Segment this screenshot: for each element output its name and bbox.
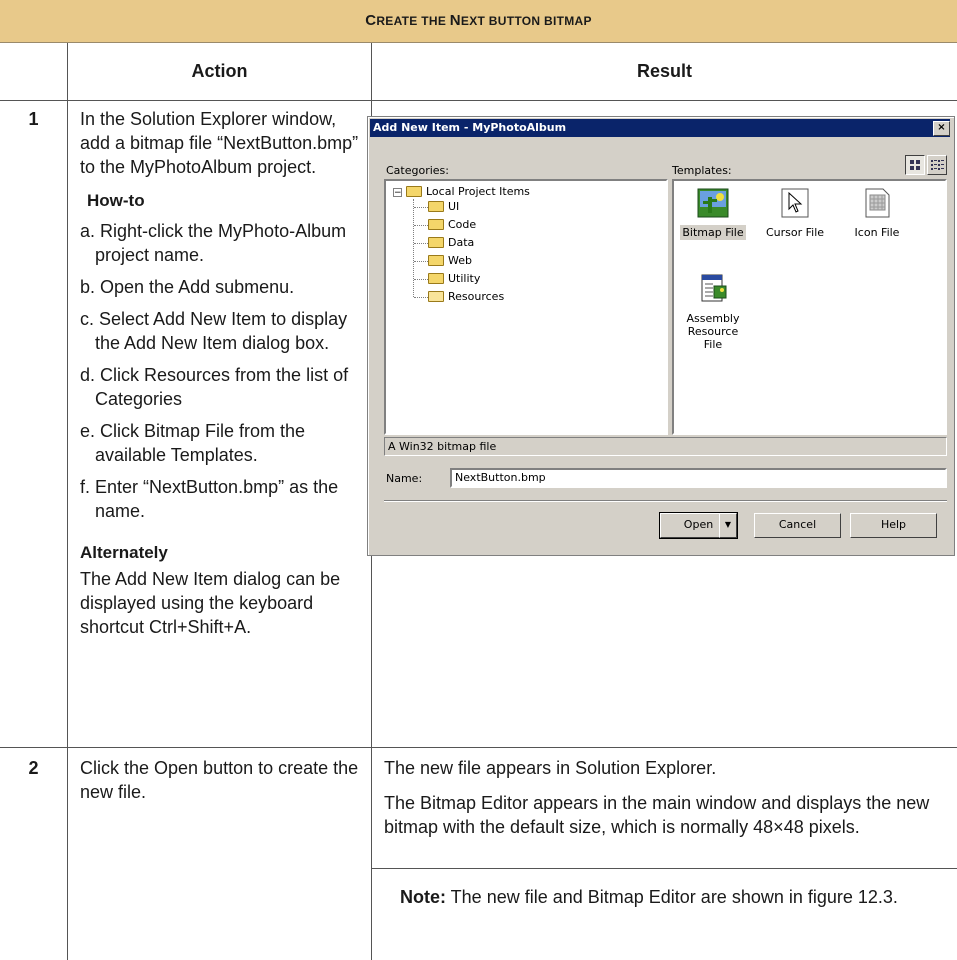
bitmap-file-icon xyxy=(697,187,729,219)
open-folder-icon xyxy=(428,291,444,302)
template-label: Bitmap File xyxy=(680,225,746,240)
template-description: A Win32 bitmap file xyxy=(384,437,947,456)
categories-tree[interactable]: − Local Project Items UI Code Data Web U… xyxy=(384,179,668,435)
tree-item-label: Local Project Items xyxy=(426,185,530,198)
howto-item: d. Click Resources from the list of Cate… xyxy=(80,365,349,409)
template-assembly-resource-file[interactable]: Assembly Resource File xyxy=(678,273,748,352)
note-text: The new file and Bitmap Editor are shown… xyxy=(446,887,898,907)
tree-item-code[interactable]: Code xyxy=(428,218,476,232)
howto-item: a. Right-click the MyPhoto-Album project… xyxy=(80,221,347,265)
tree-line xyxy=(414,297,428,298)
row-divider xyxy=(371,868,957,869)
name-field[interactable]: NextButton.bmp xyxy=(450,468,947,488)
icon-file-icon xyxy=(861,187,893,219)
collapse-icon[interactable]: − xyxy=(393,188,402,198)
table-title: CREATE THE NEXT BUTTON BITMAP xyxy=(0,0,957,43)
template-label: Assembly Resource File xyxy=(686,312,740,351)
howto-item: c. Select Add New Item to display the Ad… xyxy=(80,309,348,353)
step2-result-2: The Bitmap Editor appears in the main wi… xyxy=(384,791,949,839)
template-bitmap-file[interactable]: Bitmap File xyxy=(678,187,748,240)
howto-item: b. Open the Add submenu. xyxy=(80,277,295,297)
cursor-file-icon xyxy=(779,187,811,219)
step2-result-1: The new file appears in Solution Explore… xyxy=(384,756,949,780)
title-part: EXT BUTTON BITMAP xyxy=(460,14,592,28)
title-part: C xyxy=(365,12,377,29)
header-result: Result xyxy=(372,43,957,101)
step2-result-1-text: The new file appears in Solution Explore… xyxy=(384,758,717,778)
assembly-resource-file-icon xyxy=(697,273,729,305)
templates-label: Templates: xyxy=(672,164,732,177)
header-action: Action xyxy=(68,43,371,101)
tree-item-resources[interactable]: Resources xyxy=(428,290,504,304)
template-icon-file[interactable]: Icon File xyxy=(842,187,912,240)
tree-item-label: Data xyxy=(448,236,475,249)
tree-line xyxy=(414,225,428,226)
open-button-label: Open xyxy=(683,518,714,531)
step-number: 2 xyxy=(28,758,39,778)
folder-icon xyxy=(428,273,444,284)
folder-icon xyxy=(406,186,422,197)
step2-note: Note: The new file and Bitmap Editor are… xyxy=(400,885,940,909)
tree-item-label: Code xyxy=(448,218,477,231)
step1-action: In the Solution Explorer window, add a b… xyxy=(80,107,365,648)
categories-label: Categories: xyxy=(386,164,449,177)
cancel-button[interactable]: Cancel xyxy=(754,513,841,538)
folder-icon xyxy=(428,237,444,248)
tree-item-label: Web xyxy=(448,254,472,267)
tree-item-label: Utility xyxy=(448,272,481,285)
tree-line xyxy=(414,207,428,208)
tree-item-ui[interactable]: UI xyxy=(428,200,459,214)
howto-item: e. Click Bitmap File from the available … xyxy=(80,421,306,465)
folder-icon xyxy=(428,201,444,212)
large-icons-view-icon[interactable] xyxy=(905,155,925,175)
folder-icon xyxy=(428,255,444,266)
title-part: REATE THE xyxy=(376,14,450,28)
tree-item-label: UI xyxy=(448,200,460,213)
name-label: Name: xyxy=(386,472,423,485)
tree-line xyxy=(414,279,428,280)
step1-action-text: In the Solution Explorer window, add a b… xyxy=(80,109,359,177)
close-icon[interactable]: × xyxy=(933,121,950,136)
folder-icon xyxy=(428,219,444,230)
howto-heading: How-to xyxy=(87,191,145,210)
step2-result-2-text: The Bitmap Editor appears in the main wi… xyxy=(384,793,930,837)
template-label: Icon File xyxy=(854,226,900,239)
tree-item-label: Resources xyxy=(448,290,505,303)
howto-item: f. Enter “NextButton.bmp” as the name. xyxy=(80,477,339,521)
row-divider xyxy=(0,747,957,748)
template-cursor-file[interactable]: Cursor File xyxy=(760,187,830,240)
tree-item-local-project-items[interactable]: Local Project Items xyxy=(406,185,530,199)
separator xyxy=(384,500,947,502)
template-label: Cursor File xyxy=(765,226,825,239)
column-divider xyxy=(67,43,68,960)
small-icons-view-icon[interactable] xyxy=(927,155,947,175)
tree-line xyxy=(414,243,428,244)
tree-item-utility[interactable]: Utility xyxy=(428,272,480,286)
help-button[interactable]: Help xyxy=(850,513,937,538)
step-number: 1 xyxy=(28,109,39,129)
add-new-item-dialog: Add New Item - MyPhotoAlbum × Categories… xyxy=(367,116,955,556)
open-dropdown-arrow-icon[interactable]: ▼ xyxy=(719,513,737,538)
dialog-title: Add New Item - MyPhotoAlbum xyxy=(370,119,950,137)
header-step xyxy=(0,43,67,101)
alternately-text: The Add New Item dialog can be displayed… xyxy=(80,569,341,637)
alternately-heading: Alternately xyxy=(80,543,168,562)
howto-list: a. Right-click the MyPhoto-Album project… xyxy=(80,219,365,523)
tree-line xyxy=(413,199,414,297)
step2-action: Click the Open button to create the new … xyxy=(80,758,359,802)
templates-list[interactable]: Bitmap File Cursor File Icon File Assemb… xyxy=(672,179,947,435)
note-label: Note: xyxy=(400,887,446,907)
tree-item-web[interactable]: Web xyxy=(428,254,472,268)
tree-line xyxy=(414,261,428,262)
tree-item-data[interactable]: Data xyxy=(428,236,474,250)
title-part: N xyxy=(449,12,461,29)
